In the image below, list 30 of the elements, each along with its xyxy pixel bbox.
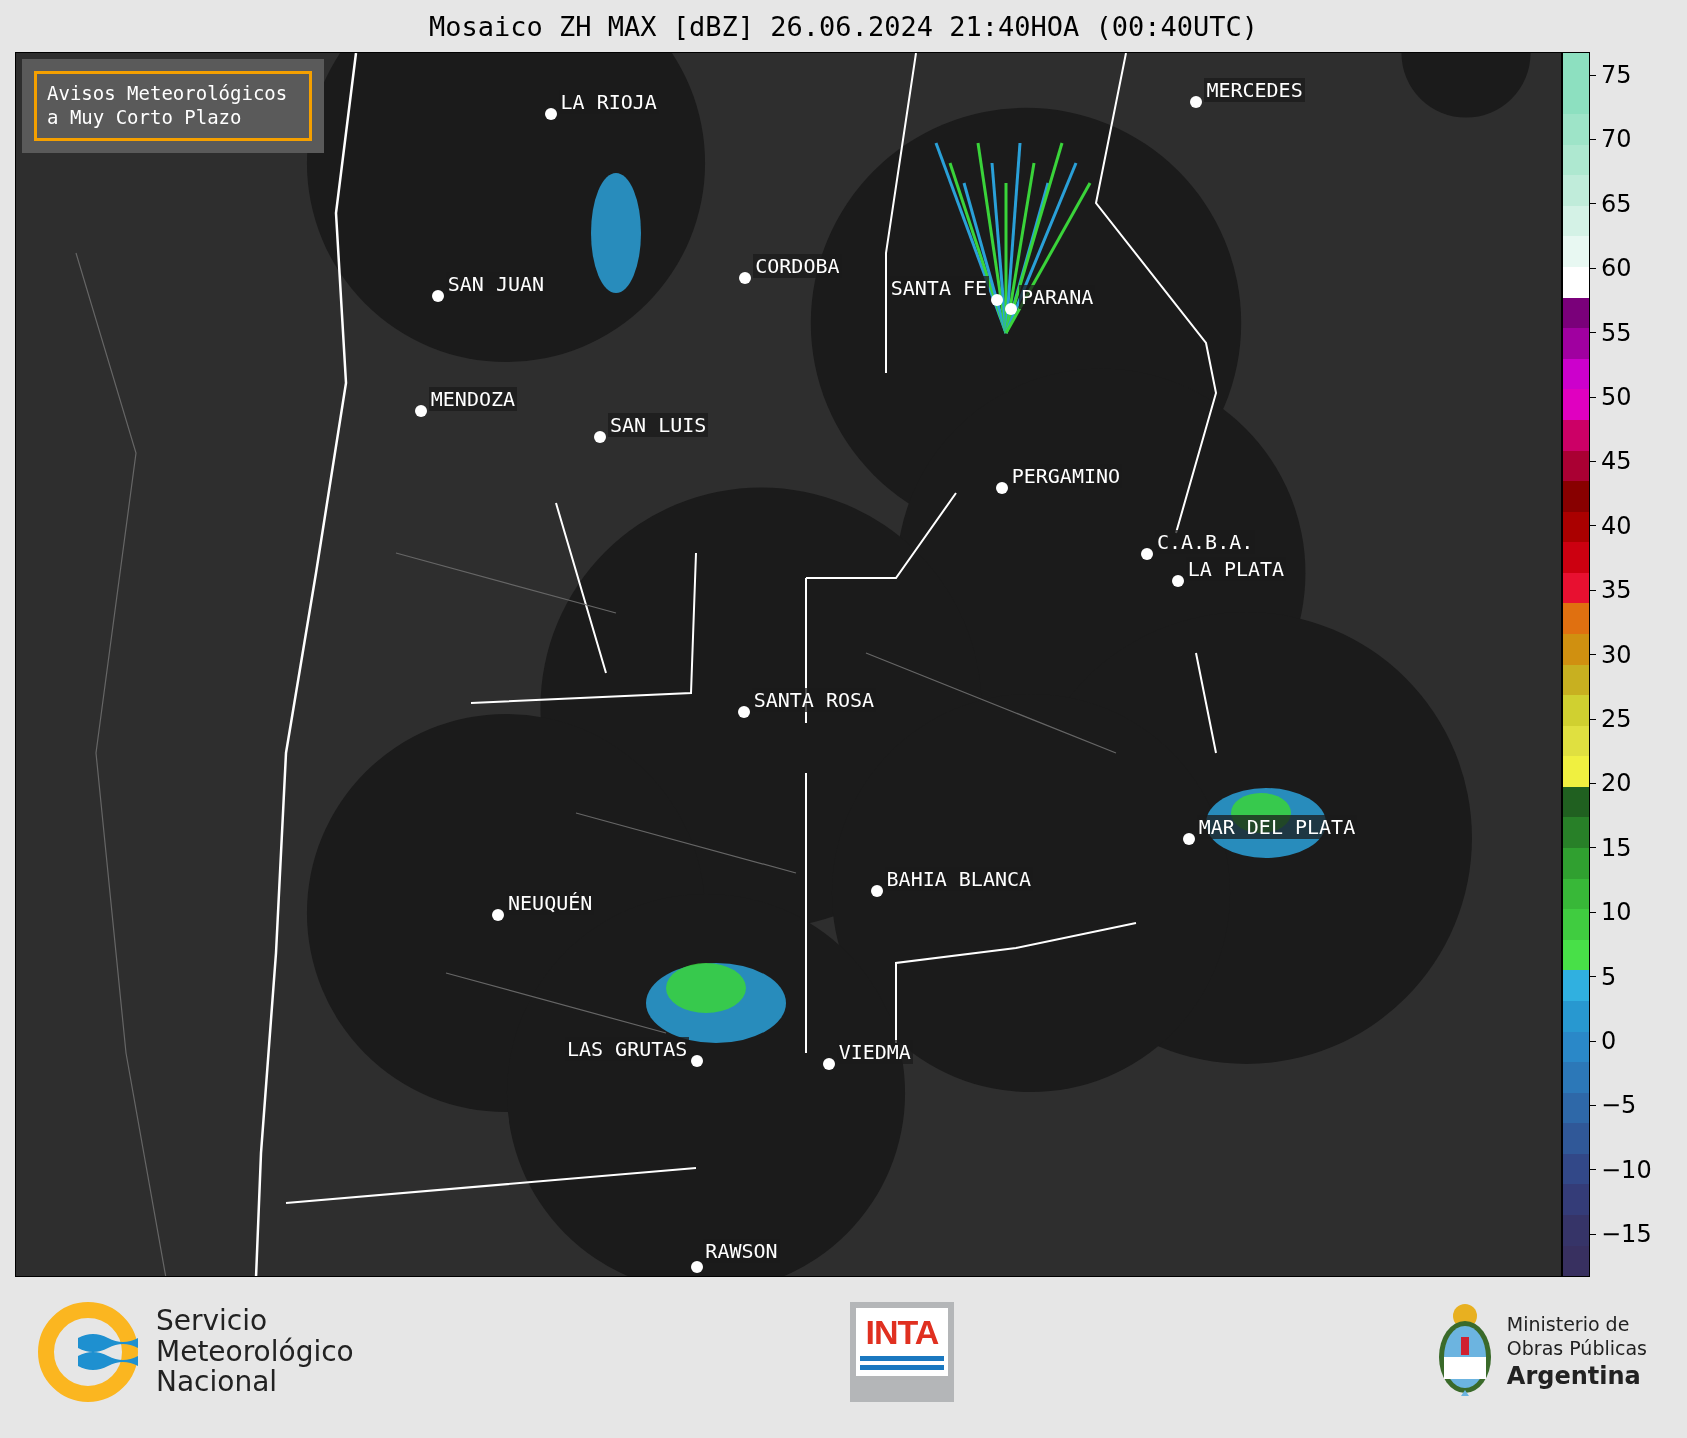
city-label: CORDOBA [753,254,842,279]
colorbar-tick-label: 25 [1601,705,1632,733]
colorbar-tick-label: 75 [1601,61,1632,89]
colorbar-tick-label: 65 [1601,189,1632,218]
colorbar-tick-label: 35 [1601,576,1632,605]
ministry-logo-text: Ministerio de Obras Públicas Argentina [1506,1311,1647,1393]
colorbar-tick-label: 5 [1601,962,1617,991]
colorbar-tick-label: 30 [1601,640,1632,669]
colorbar-tick-label: 15 [1601,833,1632,862]
colorbar-tick-label: 50 [1601,383,1632,411]
city-label: SAN LUIS [608,413,709,437]
notice-text: Avisos Meteorológicos a Muy Corto Plazo [34,71,312,141]
city-label: MAR DEL PLATA [1196,815,1358,840]
chart-title: Mosaico ZH MAX [dBZ] 26.06.2024 21:40HOA (00:40UTC) [428,9,1259,44]
colorbar-tick-label: 0 [1601,1027,1617,1055]
colorbar-tick-label: 70 [1601,125,1632,154]
colorbar-tick-label: −10 [1601,1155,1652,1184]
inta-logo: INTA [849,1301,954,1403]
city-label: MENDOZA [428,387,518,412]
colorbar-tick-label: 40 [1601,511,1632,540]
city-label: VIEDMA [836,1040,913,1065]
colorbar-tick-label: 10 [1601,898,1632,927]
colorbar-tick-label: 60 [1601,254,1632,283]
colorbar-tick-label: −15 [1601,1220,1652,1249]
colorbar-tick-label: 20 [1601,769,1632,798]
smn-logo-text: Servicio Meteorológico Nacional [156,1303,355,1401]
colorbar-tick-label: 55 [1601,318,1632,347]
colorbar-tick-label: −5 [1601,1091,1637,1120]
colorbar-tick-label: 45 [1601,447,1632,476]
city-label: MERCEDES [1204,77,1305,102]
